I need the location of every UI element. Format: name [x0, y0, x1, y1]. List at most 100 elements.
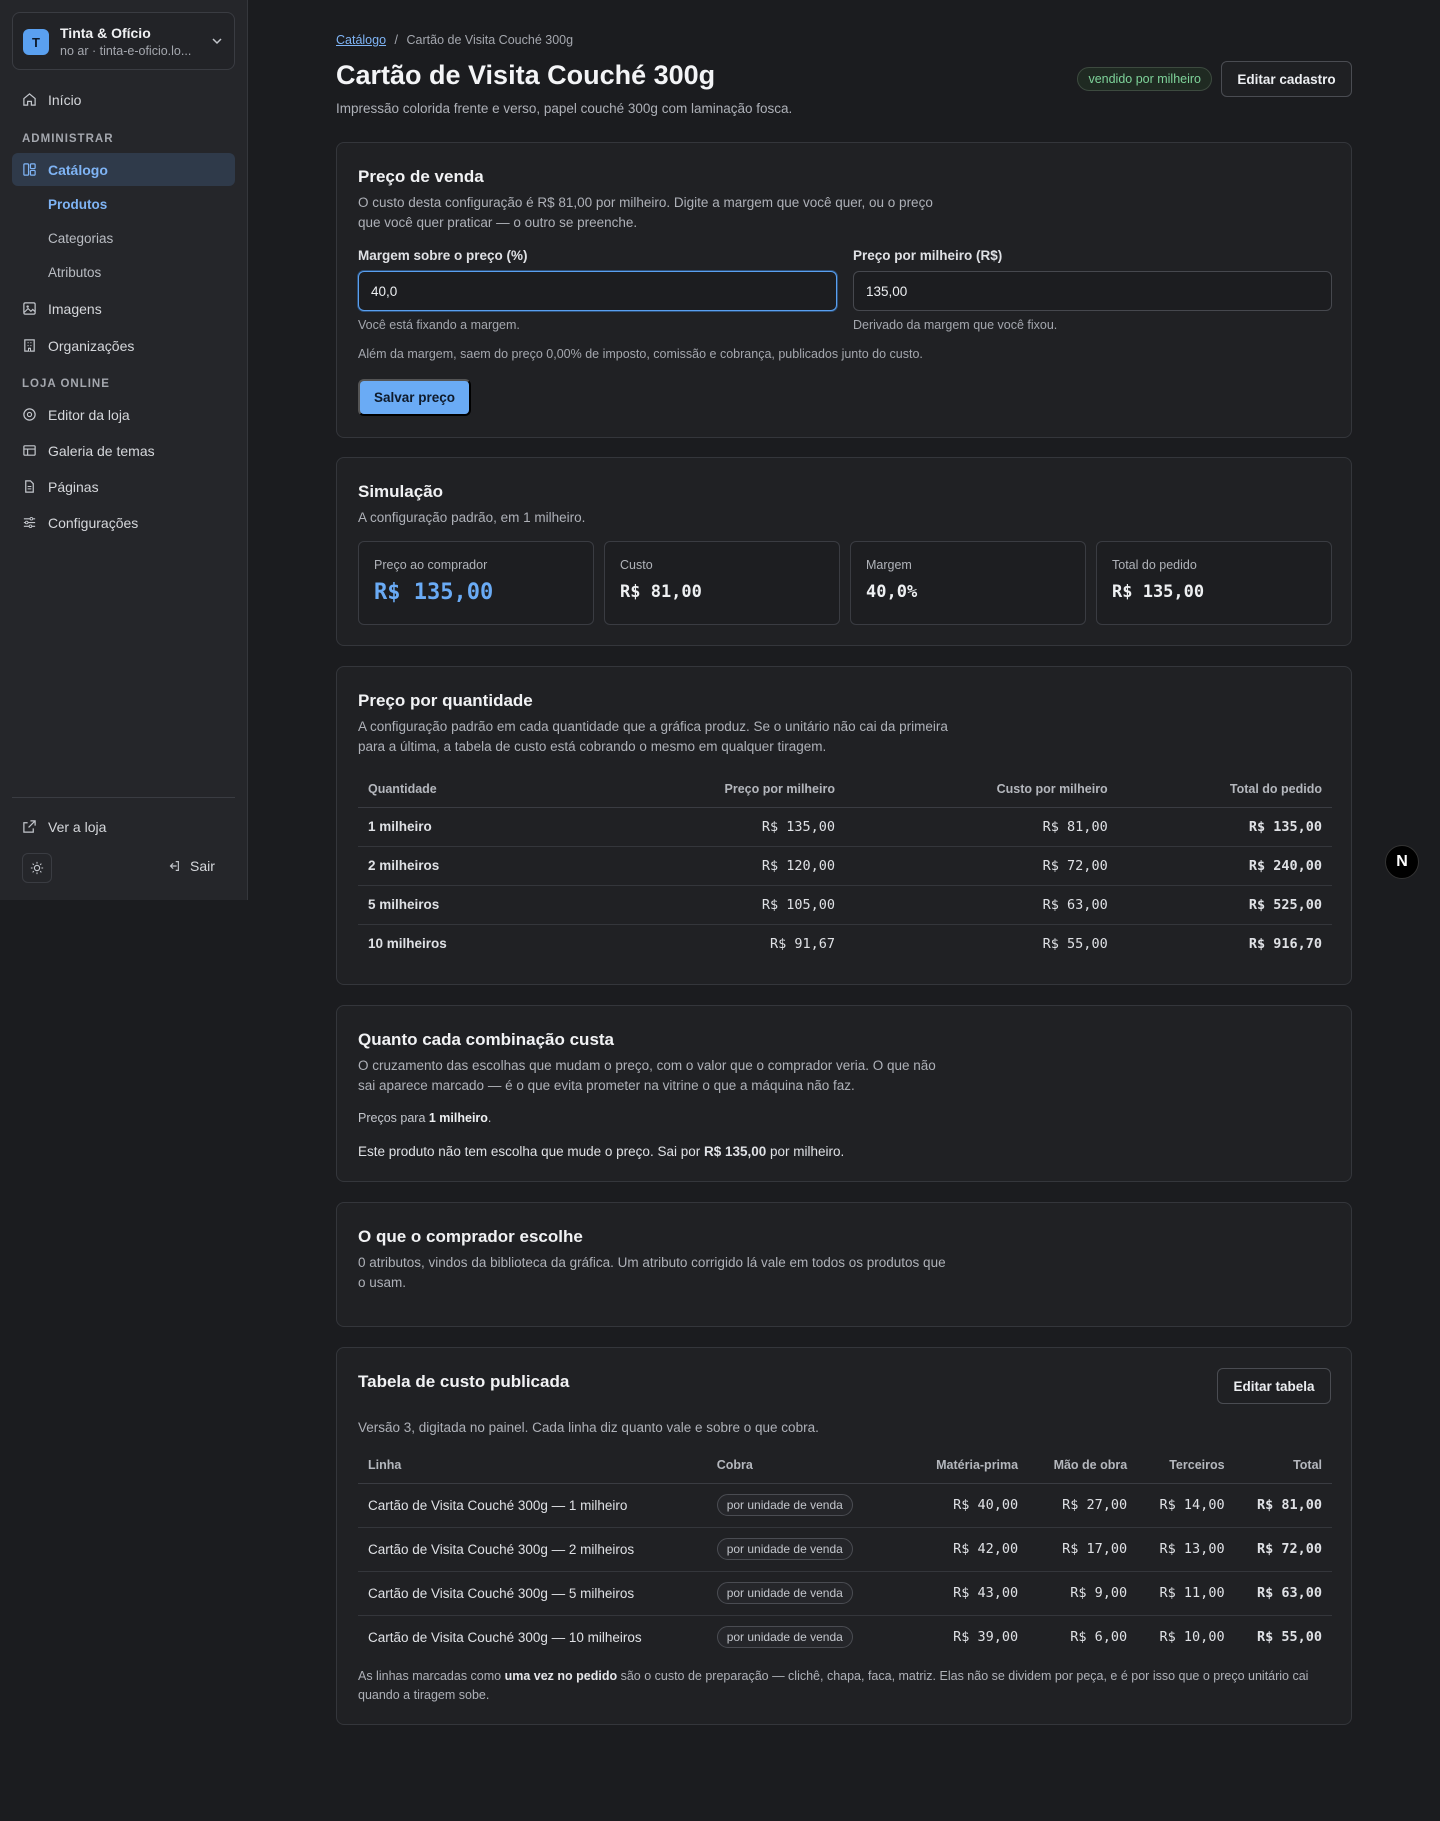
- simulation-card: Simulação A configuração padrão, em 1 mi…: [336, 457, 1352, 646]
- stat-margin: Margem 40,0%: [850, 541, 1086, 625]
- price-label: Preço por milheiro (R$): [853, 248, 1003, 263]
- prices-for-prefix: Preços para: [358, 1111, 429, 1125]
- save-price-button[interactable]: Salvar preço: [358, 379, 471, 416]
- org-switcher[interactable]: T Tinta & Ofício no ar · tinta-e-oficio.…: [12, 12, 235, 70]
- column-header: Custo por milheiro: [844, 771, 1118, 808]
- charge-basis-badge: por unidade de venda: [716, 1494, 853, 1516]
- charge-basis-badge: por unidade de venda: [716, 1626, 853, 1649]
- prices-for-label: Preços para 1 milheiro.: [358, 1111, 491, 1125]
- no-choice-text: Este produto não tem escolha que mude o …: [358, 1144, 844, 1159]
- table-cell: R$ 10,00: [1159, 1629, 1225, 1646]
- table-cell: R$ 525,00: [1117, 885, 1332, 925]
- table-cell: R$ 63,00: [844, 885, 1118, 925]
- sidebar-item-produtos[interactable]: Produtos: [48, 197, 107, 212]
- cost-table-description: Versão 3, digitada no painel. Cada linha…: [358, 1420, 819, 1435]
- nextjs-dev-indicator-button[interactable]: N: [1385, 845, 1419, 879]
- sidebar-item-label: Catálogo: [48, 161, 108, 178]
- table-cell: R$ 42,00: [906, 1527, 1029, 1572]
- table-cell: R$ 27,00: [1028, 1483, 1138, 1528]
- edit-table-button[interactable]: Editar tabela: [1217, 1368, 1331, 1404]
- sidebar-item-ver-loja[interactable]: Ver a loja: [12, 810, 235, 843]
- stat-value: R$ 81,00: [620, 582, 702, 602]
- sidebar-item-inicio[interactable]: Início: [12, 83, 235, 116]
- catalog-icon: [23, 163, 36, 176]
- stat-cost: Custo R$ 81,00: [604, 541, 840, 625]
- sidebar-item-organizacoes[interactable]: Organizações: [12, 329, 235, 362]
- charge-basis-badge: por unidade de venda: [716, 1582, 853, 1604]
- table-cell: R$ 135,00: [650, 807, 845, 847]
- sidebar-item-configuracoes[interactable]: Configurações: [12, 506, 235, 539]
- table-row: 1 milheiro R$ 135,00 R$ 81,00 R$ 135,00: [358, 807, 1332, 847]
- table-cell: R$ 55,00: [1256, 1629, 1322, 1646]
- sidebar-item-atributos[interactable]: Atributos: [48, 265, 101, 280]
- table-cell: R$ 6,00: [1070, 1629, 1128, 1646]
- stat-value: R$ 135,00: [1112, 582, 1205, 602]
- breadcrumb-link-catalogo[interactable]: Catálogo: [336, 33, 386, 47]
- sidebar-item-catalogo[interactable]: Catálogo: [12, 153, 235, 186]
- table-cell: R$ 63,00: [1234, 1571, 1332, 1616]
- sidebar-item-label: Início: [48, 91, 82, 108]
- sidebar-item-paginas[interactable]: Páginas: [12, 470, 235, 503]
- column-header: Cobra: [706, 1447, 907, 1484]
- table-header-row: Quantidade Preço por milheiro Custo por …: [358, 771, 1332, 808]
- table-row: Cartão de Visita Couché 300g — 10 milhei…: [358, 1615, 1332, 1659]
- sidebar: T Tinta & Ofício no ar · tinta-e-oficio.…: [0, 0, 248, 900]
- table-cell: 2 milheiros: [358, 846, 651, 886]
- table-cell: por unidade de venda: [706, 1483, 907, 1528]
- table-row: 10 milheiros R$ 91,67 R$ 55,00 R$ 916,70: [358, 924, 1332, 963]
- sidebar-item-label: Ver a loja: [48, 818, 107, 835]
- stat-label: Margem: [866, 558, 912, 572]
- table-cell: R$ 72,00: [1234, 1527, 1332, 1572]
- price-input[interactable]: 135,00: [853, 271, 1332, 311]
- nav-section-admin: ADMINISTRAR: [22, 133, 114, 145]
- buyer-description: 0 atributos, vindos da biblioteca da grá…: [358, 1255, 946, 1290]
- table-cell: R$ 13,00: [1137, 1527, 1235, 1572]
- chevron-down-icon: [212, 38, 222, 45]
- charge-basis-badge: por unidade de venda: [716, 1538, 853, 1560]
- no-choice-prefix: Este produto não tem escolha que mude o …: [358, 1144, 704, 1159]
- sidebar-item-galeria[interactable]: Galeria de temas: [12, 434, 235, 467]
- edit-product-button[interactable]: Editar cadastro: [1221, 61, 1352, 97]
- sidebar-item-imagens[interactable]: Imagens: [12, 292, 235, 325]
- footnote-bold: uma vez no pedido: [504, 1669, 618, 1683]
- margin-input[interactable]: 40,0: [358, 271, 837, 311]
- table-row: 2 milheiros R$ 120,00 R$ 72,00 R$ 240,00: [358, 846, 1332, 886]
- table-cell: 10 milheiros: [368, 936, 447, 952]
- cost-table-title: Tabela de custo publicada: [358, 1372, 570, 1391]
- column-header: Total do pedido: [1117, 771, 1332, 808]
- external-link-icon: [23, 820, 36, 833]
- cost-table-card: Tabela de custo publicada Editar tabela …: [336, 1347, 1352, 1725]
- org-name: Tinta & Ofício: [60, 25, 151, 41]
- table-row: Cartão de Visita Couché 300g — 1 milheir…: [358, 1483, 1332, 1528]
- logout-button[interactable]: Sair: [167, 858, 215, 874]
- logout-icon: [169, 861, 179, 871]
- stat-order-total: Total do pedido R$ 135,00: [1096, 541, 1332, 625]
- theme-toggle-button[interactable]: [22, 853, 52, 883]
- simulation-title: Simulação: [358, 482, 444, 501]
- prices-for-qty: 1 milheiro: [428, 1111, 488, 1125]
- sidebar-item-editor[interactable]: Editor da loja: [12, 398, 235, 431]
- combos-card: Quanto cada combinação custa O cruzament…: [336, 1005, 1352, 1182]
- table-cell: Cartão de Visita Couché 300g — 5 milheir…: [358, 1571, 707, 1616]
- table-row: Cartão de Visita Couché 300g — 5 milheir…: [358, 1571, 1332, 1616]
- table-cell: por unidade de venda: [707, 1615, 907, 1659]
- page-icon: [25, 480, 34, 493]
- table-row: Cartão de Visita Couché 300g — 2 milheir…: [358, 1527, 1332, 1572]
- sidebar-item-categorias[interactable]: Categorias: [48, 231, 113, 246]
- table-cell: R$ 40,00: [906, 1483, 1029, 1528]
- combos-description: O cruzamento das escolhas que mudam o pr…: [358, 1058, 936, 1093]
- table-cell: R$ 39,00: [953, 1629, 1019, 1646]
- no-choice-suffix: por milheiro.: [766, 1144, 845, 1159]
- quantity-card: Preço por quantidade A configuração padr…: [336, 666, 1352, 985]
- stat-label: Total do pedido: [1112, 558, 1197, 572]
- table-cell: R$ 81,00: [844, 807, 1118, 847]
- status-badge: vendido por milheiro: [1077, 67, 1212, 91]
- table-cell: R$ 43,00: [906, 1571, 1029, 1616]
- building-icon: [24, 339, 35, 352]
- table-cell: Cartão de Visita Couché 300g — 10 milhei…: [368, 1629, 642, 1645]
- table-cell: R$ 135,00: [1117, 807, 1332, 847]
- stat-value: R$ 135,00: [374, 580, 494, 605]
- table-cell: por unidade de venda: [706, 1527, 907, 1572]
- table-cell: R$ 91,67: [769, 935, 835, 952]
- sidebar-item-label: Configurações: [48, 514, 139, 531]
